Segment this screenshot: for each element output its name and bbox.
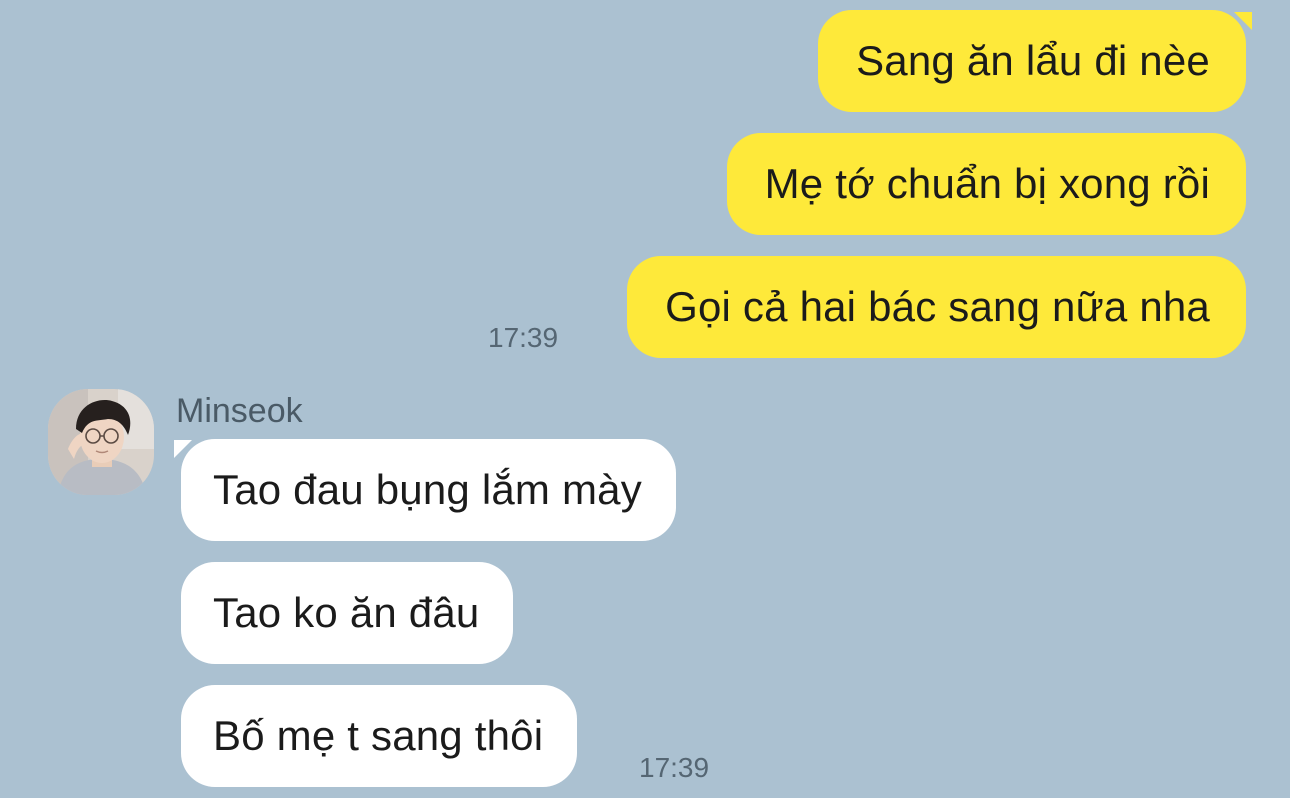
incoming-message-bubble[interactable]: Tao ko ăn đâu <box>181 562 514 664</box>
sender-name: Minseok <box>176 392 303 430</box>
message-text: Tao đau bụng lắm mày <box>213 466 642 513</box>
incoming-message-bubble[interactable]: Tao đau bụng lắm mày <box>181 439 676 541</box>
message-text: Gọi cả hai bác sang nữa nha <box>665 283 1210 330</box>
message-text: Bố mẹ t sang thôi <box>213 712 544 759</box>
message-text: Mẹ tớ chuẩn bị xong rồi <box>764 160 1210 207</box>
incoming-message-bubble[interactable]: Bố mẹ t sang thôi <box>181 685 578 787</box>
message-text: Tao ko ăn đâu <box>213 589 480 636</box>
sender-avatar[interactable] <box>48 389 154 495</box>
incoming-timestamp: 17:39 <box>639 752 710 783</box>
message-text: Sang ăn lẩu đi nèe <box>856 37 1210 84</box>
outgoing-message-bubble[interactable]: Gọi cả hai bác sang nữa nha <box>627 256 1246 358</box>
chat-room: Sang ăn lẩu đi nèe Mẹ tớ chuẩn bị xong r… <box>0 0 1290 798</box>
outgoing-timestamp: 17:39 <box>488 322 559 353</box>
avatar-photo-icon <box>48 389 154 495</box>
outgoing-message-bubble[interactable]: Mẹ tớ chuẩn bị xong rồi <box>726 133 1246 235</box>
outgoing-message-bubble[interactable]: Sang ăn lẩu đi nèe <box>818 10 1246 112</box>
